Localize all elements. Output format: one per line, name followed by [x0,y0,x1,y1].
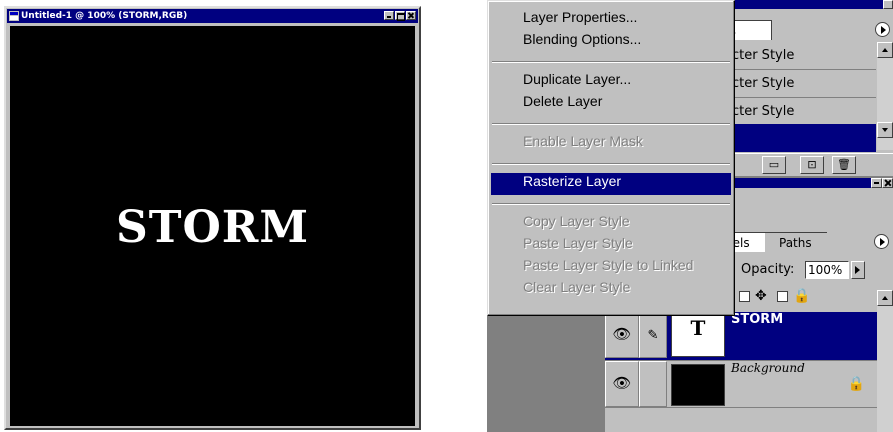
menu-item-delete-layer[interactable]: Delete Layer [491,93,731,115]
background-layer-thumbnail [671,364,725,406]
move-icon: ✥ [755,288,767,304]
layer-name: STORM [731,312,784,327]
palette-menu-arrow-icon[interactable] [874,234,889,249]
scroll-up-icon[interactable] [877,42,893,58]
layer-row-storm[interactable]: 👁 ✎ T STORM [605,312,877,360]
layer-row-background[interactable]: 👁 Background 🔒 [605,360,877,408]
tab-paths[interactable]: Paths [765,232,827,252]
menu-separator [492,203,730,205]
layers-palette-title-bar[interactable] [717,178,893,188]
link-cell[interactable] [639,361,667,407]
document-window: Untitled-1 @ 100% (STORM,RGB) STORM [4,6,421,430]
menu-item-paste-layer-style: Paste Layer Style [523,235,633,251]
menu-item-enable-layer-mask: Enable Layer Mask [523,133,643,149]
eye-icon[interactable]: 👁 [605,361,639,407]
menu-item-copy-layer-style: Copy Layer Style [523,213,630,229]
canvas-text: STORM [115,202,310,253]
opacity-label: Opacity: [741,262,795,277]
palette-minimize-icon[interactable] [883,0,893,9]
palette-minimize-icon[interactable] [871,178,882,188]
styles-scrollbar[interactable] [877,42,893,150]
menu-item-blending-options[interactable]: Blending Options... [491,31,731,53]
close-icon[interactable] [406,11,416,20]
palette-close-icon[interactable] [882,178,893,188]
menu-separator [492,123,730,125]
layers-scrollbar[interactable] [877,290,893,432]
styles-palette-title-bar[interactable] [718,0,893,9]
scroll-up-icon[interactable] [877,290,893,306]
lock-position-checkbox[interactable] [739,291,750,302]
minimize-icon[interactable] [384,11,394,20]
maximize-icon[interactable] [395,11,405,21]
layer-context-menu: Layer Properties... Blending Options... … [487,0,735,316]
menu-item-layer-properties[interactable]: Layer Properties... [491,9,731,31]
opacity-arrow-icon[interactable] [851,261,865,279]
lock-all-checkbox[interactable] [777,291,788,302]
lock-icon: 🔒 [793,288,811,304]
menu-separator [492,61,730,63]
style-row[interactable]: acter Style [718,42,876,70]
trash-icon[interactable]: 🗑 [832,156,856,174]
eye-icon[interactable]: 👁 [605,312,639,358]
styles-palette: ns acter Style acter Style acter Style ▭… [717,0,893,176]
style-row-selected[interactable] [718,124,876,152]
styles-palette-footer: ▭ ⊡ 🗑 [718,153,893,175]
photoshop-workspace: ns acter Style acter Style acter Style ▭… [487,0,893,432]
style-row[interactable]: acter Style [718,70,876,98]
clear-style-icon[interactable]: ▭ [762,156,786,174]
photoshop-document-icon [9,11,19,21]
menu-separator [492,163,730,165]
menu-item-clear-layer-style: Clear Layer Style [523,279,631,295]
opacity-input[interactable]: 100% [805,261,849,279]
document-title-bar[interactable]: Untitled-1 @ 100% (STORM,RGB) [7,9,418,23]
layer-list: 👁 ✎ T STORM 👁 Background 🔒 [605,312,877,432]
window-controls [383,11,416,21]
lock-icon: 🔒 [847,375,865,391]
palette-menu-arrow-icon[interactable] [875,22,890,37]
style-row[interactable]: acter Style [718,98,876,126]
brush-icon[interactable]: ✎ [639,312,667,358]
menu-item-duplicate-layer[interactable]: Duplicate Layer... [491,71,731,93]
scroll-down-icon[interactable] [877,122,893,138]
document-canvas[interactable]: STORM [10,26,415,426]
text-layer-thumbnail: T [671,315,725,357]
styles-tab-row: ns [718,20,893,40]
layer-name: Background [731,361,805,375]
document-title: Untitled-1 @ 100% (STORM,RGB) [21,11,188,21]
menu-item-paste-layer-style-linked: Paste Layer Style to Linked [523,257,694,273]
menu-item-rasterize-layer[interactable]: Rasterize Layer [491,173,731,195]
new-style-icon[interactable]: ⊡ [800,156,824,174]
